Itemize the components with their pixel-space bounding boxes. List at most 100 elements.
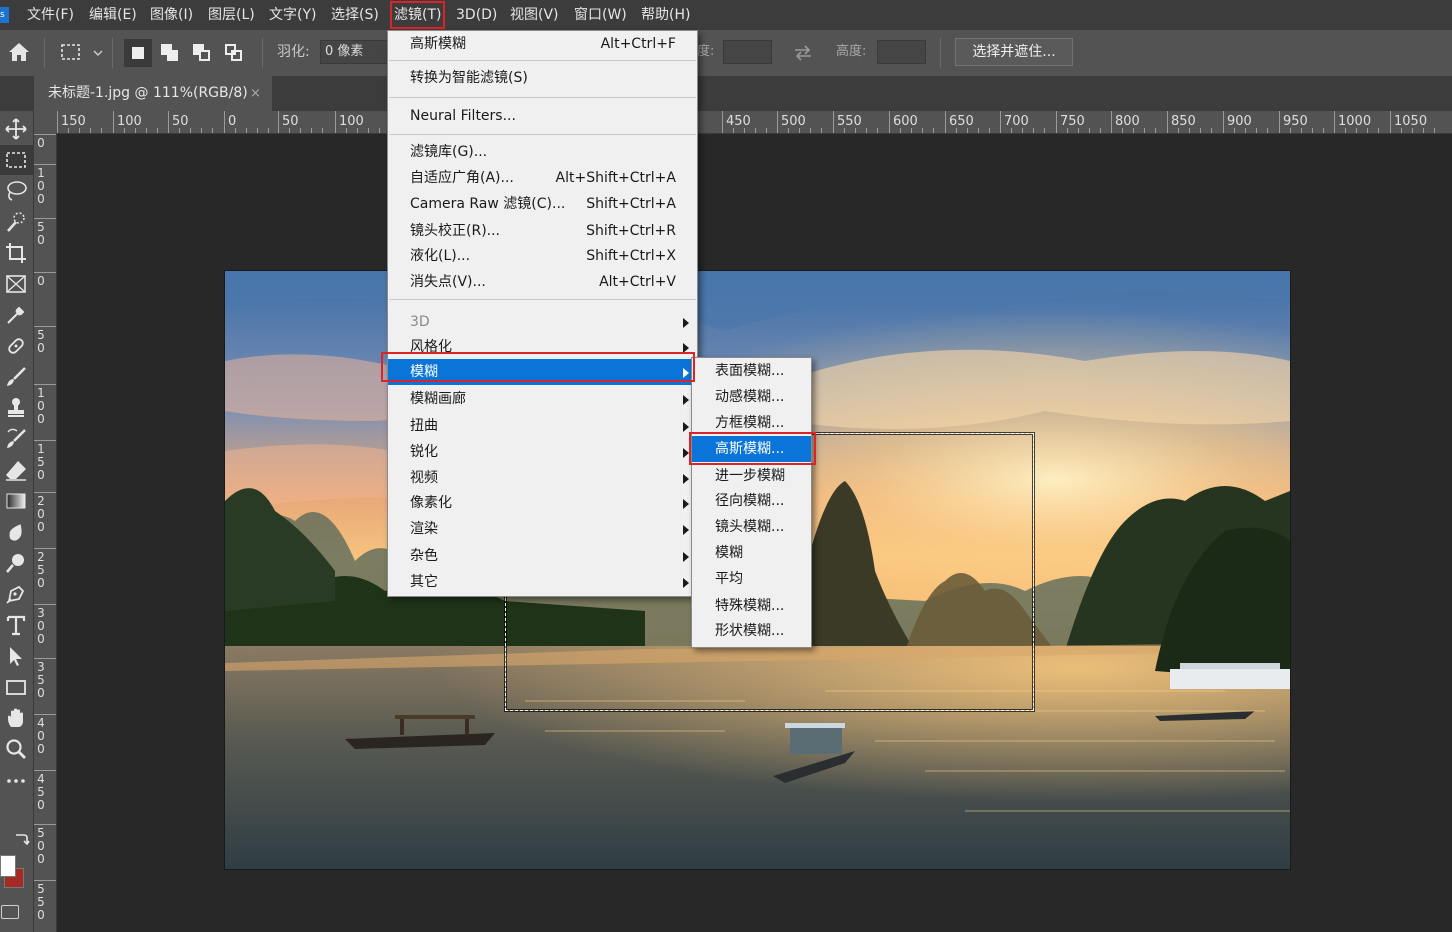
ruler-tick bbox=[34, 164, 56, 165]
menu-3d[interactable]: 3D(D) bbox=[456, 0, 497, 30]
more-tools-icon[interactable] bbox=[0, 766, 33, 796]
history-brush-icon[interactable] bbox=[0, 424, 33, 454]
vertical-ruler[interactable]: 0 1 0 0 5 0 0 5 0 1 0 0 1 5 0 2 0 0 2 5 0 3 0 0 3 … bbox=[34, 133, 57, 932]
close-icon[interactable]: × bbox=[250, 76, 261, 111]
menu-image[interactable]: 图像(I) bbox=[150, 0, 193, 30]
dodge-icon[interactable] bbox=[0, 548, 33, 578]
ruler-minor-tick bbox=[877, 128, 878, 133]
zoom-icon[interactable] bbox=[0, 734, 33, 764]
menu-item-blur-more[interactable]: 进一步模糊 bbox=[692, 463, 811, 489]
menu-view[interactable]: 视图(V) bbox=[510, 0, 559, 30]
width-input[interactable] bbox=[723, 40, 772, 64]
pen-icon[interactable] bbox=[0, 579, 33, 609]
hand-icon[interactable] bbox=[0, 703, 33, 733]
eyedropper-icon[interactable] bbox=[0, 300, 33, 330]
menu-select[interactable]: 选择(S) bbox=[331, 0, 379, 30]
ruler-label: 1 5 0 bbox=[37, 442, 45, 482]
menu-item-motion-blur[interactable]: 动感模糊... bbox=[692, 384, 811, 410]
path-select-icon[interactable] bbox=[0, 641, 33, 671]
horizontal-ruler[interactable]: 150 100 50 0 50 100 450 500 550 600 650 700 750 800 85… bbox=[56, 111, 1452, 134]
ruler-tick bbox=[34, 880, 56, 881]
subtract-from-selection-button[interactable] bbox=[188, 39, 216, 67]
ruler-label: 1 0 0 bbox=[37, 166, 45, 206]
submenu-render[interactable]: 渲染 bbox=[388, 516, 697, 542]
submenu-blur-gallery[interactable]: 模糊画廊 bbox=[388, 386, 697, 412]
ruler-label: 100 bbox=[117, 114, 142, 129]
marquee-icon[interactable] bbox=[0, 145, 33, 175]
chevron-right-icon bbox=[683, 448, 689, 458]
menu-layer[interactable]: 图层(L) bbox=[208, 0, 255, 30]
menu-filter[interactable]: 滤镜(T) bbox=[389, 0, 446, 30]
feather-input[interactable]: 0 像素 bbox=[320, 40, 388, 64]
menu-item-blur[interactable]: 模糊 bbox=[692, 540, 811, 566]
ruler-origin[interactable] bbox=[34, 111, 57, 134]
brush-icon[interactable] bbox=[0, 362, 33, 392]
ruler-minor-tick bbox=[68, 128, 69, 133]
submenu-pixelate[interactable]: 像素化 bbox=[388, 490, 697, 516]
menu-help[interactable]: 帮助(H) bbox=[641, 0, 690, 30]
ruler-minor-tick bbox=[1378, 128, 1379, 133]
menu-item-lens-blur[interactable]: 镜头模糊... bbox=[692, 514, 811, 540]
gradient-icon[interactable] bbox=[0, 486, 33, 516]
menu-item-lens-correction[interactable]: 镜头校正(R)... Shift+Ctrl+R bbox=[388, 218, 697, 244]
quick-mask-icon[interactable] bbox=[1, 905, 19, 919]
ruler-label: 600 bbox=[893, 114, 918, 129]
menu-window[interactable]: 窗口(W) bbox=[574, 0, 627, 30]
swap-dimensions-icon[interactable] bbox=[793, 44, 813, 66]
height-input[interactable] bbox=[877, 40, 926, 64]
submenu-noise[interactable]: 杂色 bbox=[388, 543, 697, 569]
menu-item-convert-smart-filter[interactable]: 转换为智能滤镜(S) bbox=[388, 65, 697, 91]
document-tab[interactable]: 未标题-1.jpg @ 111%(RGB/8) × bbox=[34, 76, 272, 111]
submenu-other[interactable]: 其它 bbox=[388, 569, 697, 595]
intersect-selection-button[interactable] bbox=[220, 39, 248, 67]
lasso-icon[interactable] bbox=[0, 176, 33, 206]
menu-item-gaussian-blur[interactable]: 高斯模糊... bbox=[692, 436, 811, 462]
ruler-tick bbox=[889, 111, 890, 133]
type-icon[interactable] bbox=[0, 610, 33, 640]
submenu-distort[interactable]: 扭曲 bbox=[388, 413, 697, 439]
ruler-label: 650 bbox=[949, 114, 974, 129]
menu-item-neural-filters[interactable]: Neural Filters... bbox=[388, 103, 697, 129]
menu-item-last-filter[interactable]: 高斯模糊 Alt+Ctrl+F bbox=[388, 31, 697, 57]
submenu-blur[interactable]: 模糊 bbox=[388, 359, 697, 385]
home-icon[interactable] bbox=[8, 42, 30, 66]
rectangle-icon[interactable] bbox=[0, 672, 33, 702]
ruler-minor-tick bbox=[1044, 128, 1045, 133]
menu-item-surface-blur[interactable]: 表面模糊... bbox=[692, 358, 811, 384]
clone-stamp-icon[interactable] bbox=[0, 393, 33, 423]
eraser-icon[interactable] bbox=[0, 455, 33, 485]
blur-tool-icon[interactable] bbox=[0, 517, 33, 547]
ruler-minor-tick bbox=[733, 128, 734, 133]
menu-item-vanishing-point[interactable]: 消失点(V)... Alt+Ctrl+V bbox=[388, 269, 697, 295]
ruler-minor-tick bbox=[1211, 128, 1212, 133]
marquee-preset-icon[interactable] bbox=[60, 42, 104, 68]
menu-item-camera-raw[interactable]: Camera Raw 滤镜(C)... Shift+Ctrl+A bbox=[388, 191, 697, 217]
quick-select-icon[interactable] bbox=[0, 207, 33, 237]
submenu-sharpen[interactable]: 锐化 bbox=[388, 439, 697, 465]
menu-type[interactable]: 文字(Y) bbox=[269, 0, 316, 30]
crop-icon[interactable] bbox=[0, 238, 33, 268]
move-icon[interactable] bbox=[0, 114, 33, 144]
menu-file[interactable]: 文件(F) bbox=[27, 0, 74, 30]
menu-item-liquify[interactable]: 液化(L)... Shift+Ctrl+X bbox=[388, 243, 697, 269]
swap-colors-icon[interactable] bbox=[14, 831, 30, 849]
healing-brush-icon[interactable] bbox=[0, 331, 33, 361]
menu-item-shape-blur[interactable]: 形状模糊... bbox=[692, 618, 811, 644]
ruler-minor-tick bbox=[79, 128, 80, 133]
menu-item-adaptive-wide-angle[interactable]: 自适应广角(A)... Alt+Shift+Ctrl+A bbox=[388, 165, 697, 191]
menu-item-filter-gallery[interactable]: 滤镜库(G)... bbox=[388, 139, 697, 165]
menu-item-average[interactable]: 平均 bbox=[692, 566, 811, 592]
add-to-selection-button[interactable] bbox=[156, 39, 184, 67]
menu-item-radial-blur[interactable]: 径向模糊... bbox=[692, 488, 811, 514]
new-selection-button[interactable] bbox=[124, 39, 152, 67]
menu-edit[interactable]: 编辑(E) bbox=[89, 0, 137, 30]
ruler-minor-tick bbox=[1067, 128, 1068, 133]
menu-item-smart-blur[interactable]: 特殊模糊... bbox=[692, 593, 811, 619]
foreground-color-swatch[interactable] bbox=[0, 855, 16, 877]
submenu-video[interactable]: 视频 bbox=[388, 465, 697, 491]
select-and-mask-button[interactable]: 选择并遮住... bbox=[955, 38, 1073, 66]
frame-icon[interactable] bbox=[0, 269, 33, 299]
submenu-stylize[interactable]: 风格化 bbox=[388, 334, 697, 360]
ruler-minor-tick bbox=[346, 128, 347, 133]
menu-item-box-blur[interactable]: 方框模糊... bbox=[692, 410, 811, 436]
